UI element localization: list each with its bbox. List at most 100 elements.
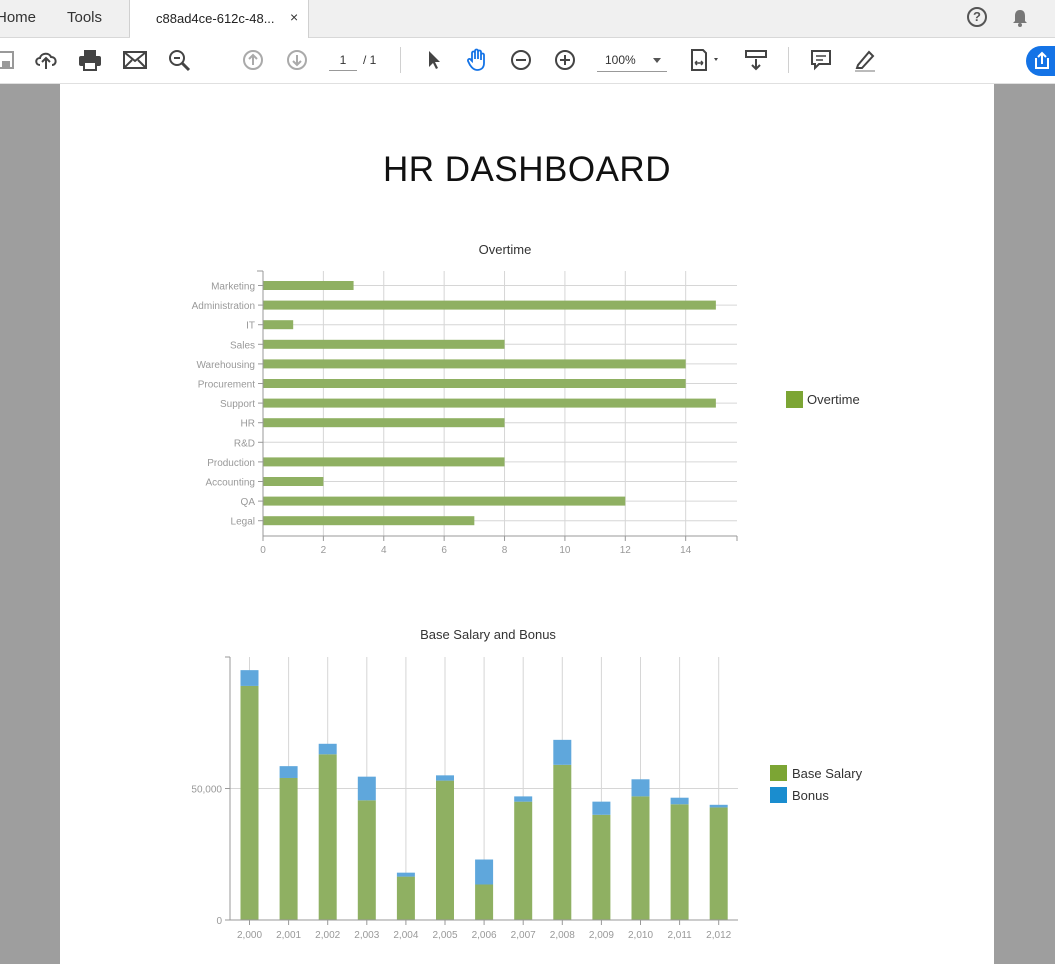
save-icon[interactable] xyxy=(0,46,20,74)
chevron-down-icon xyxy=(653,58,661,63)
print-icon[interactable] xyxy=(76,46,104,74)
x-category-label: 2,010 xyxy=(628,930,653,941)
y-category-label: Administration xyxy=(192,301,255,312)
y-category-label: Production xyxy=(207,458,255,469)
x-tick-label: 4 xyxy=(381,545,387,556)
zoom-level-value: 100% xyxy=(605,53,636,67)
legend-swatch xyxy=(786,391,803,408)
toolbar: / 1 100% xyxy=(0,38,1055,84)
select-arrow-icon[interactable] xyxy=(420,46,448,74)
chart-title: Base Salary and Bonus xyxy=(420,627,556,642)
y-category-label: Accounting xyxy=(206,478,255,489)
zoom-in-icon[interactable] xyxy=(551,46,579,74)
bar-base-salary xyxy=(475,884,494,920)
bar-base-salary xyxy=(670,804,689,920)
bar-bonus xyxy=(631,779,650,797)
y-category-label: Sales xyxy=(230,340,255,351)
y-category-label: Marketing xyxy=(211,282,255,293)
bar xyxy=(263,359,686,369)
x-category-label: 2,001 xyxy=(276,930,301,941)
hand-tool-icon[interactable] xyxy=(463,46,491,74)
x-category-label: 2,011 xyxy=(667,930,692,941)
tab-home[interactable]: Home xyxy=(0,9,36,26)
close-tab-icon[interactable]: × xyxy=(290,9,298,25)
document-page: HR DASHBOARD Overtime 0 2 4 6 8 10 12 14 Marketin… xyxy=(60,84,994,964)
toolbar-divider xyxy=(400,47,401,73)
comment-icon[interactable] xyxy=(807,46,835,74)
legend-label: Overtime xyxy=(807,392,860,407)
x-category-label: 2,007 xyxy=(511,930,536,941)
tab-tools[interactable]: Tools xyxy=(67,9,102,26)
x-tick-label: 12 xyxy=(620,545,632,556)
legend-label: Base Salary xyxy=(792,766,863,781)
fit-page-icon[interactable] xyxy=(688,46,724,74)
share-icon[interactable] xyxy=(1026,46,1055,76)
page-down-icon[interactable] xyxy=(283,46,311,74)
tab-document[interactable]: c88ad4ce-612c-48... × xyxy=(130,0,309,38)
email-icon[interactable] xyxy=(121,46,149,74)
bar-base-salary xyxy=(396,876,415,920)
bar xyxy=(263,496,626,506)
bar xyxy=(263,457,505,467)
help-circle-icon[interactable]: ? xyxy=(967,7,987,27)
chart-title: Overtime xyxy=(479,242,532,257)
y-category-label: Support xyxy=(220,399,255,410)
bar xyxy=(263,477,324,486)
zoom-out-icon[interactable] xyxy=(507,46,535,74)
y-category-label: QA xyxy=(241,497,256,508)
y-category-label: Warehousing xyxy=(196,360,255,371)
bar-base-salary xyxy=(592,814,611,920)
page-up-icon[interactable] xyxy=(239,46,267,74)
search-zoom-icon[interactable] xyxy=(165,46,193,74)
bar-bonus xyxy=(279,766,298,778)
bar-bonus xyxy=(357,776,376,801)
x-category-label: 2,005 xyxy=(432,930,457,941)
x-category-label: 2,004 xyxy=(393,930,418,941)
legend-swatch xyxy=(770,765,787,781)
y-tick-label: 0 xyxy=(216,916,222,927)
bar-bonus xyxy=(514,796,533,802)
legend-swatch xyxy=(770,787,787,803)
tab-document-title: c88ad4ce-612c-48... xyxy=(156,11,275,26)
x-category-label: 2,000 xyxy=(237,930,262,941)
x-category-label: 2,008 xyxy=(550,930,575,941)
bar xyxy=(263,418,505,428)
upload-cloud-icon[interactable] xyxy=(32,46,60,74)
bar xyxy=(263,398,716,408)
x-category-label: 2,002 xyxy=(315,930,340,941)
bar-bonus xyxy=(475,859,494,885)
zoom-level-select[interactable]: 100% xyxy=(597,50,667,72)
x-category-label: 2,003 xyxy=(354,930,379,941)
charts-canvas: Overtime 0 2 4 6 8 10 12 14 Marketing Administrati… xyxy=(191,242,863,941)
bar xyxy=(263,379,686,388)
page-number-input[interactable] xyxy=(329,50,357,71)
page-total: / 1 xyxy=(363,53,377,67)
bell-icon[interactable] xyxy=(1009,7,1031,29)
x-category-label: 2,006 xyxy=(472,930,497,941)
bar-base-salary xyxy=(279,777,298,920)
tab-bar: Home Tools c88ad4ce-612c-48... × ? xyxy=(0,0,1055,38)
y-category-label: Procurement xyxy=(198,380,255,391)
x-category-label: 2,009 xyxy=(589,930,614,941)
bar-bonus xyxy=(592,801,611,815)
bar-base-salary xyxy=(436,780,454,920)
y-tick-label: 50,000 xyxy=(191,785,222,796)
bar-base-salary xyxy=(240,685,259,920)
toolbar-divider xyxy=(788,47,789,73)
x-category-label: 2,012 xyxy=(706,930,731,941)
bar xyxy=(263,339,505,349)
y-category-label: IT xyxy=(246,321,255,332)
bar-base-salary xyxy=(318,754,337,920)
x-tick-label: 6 xyxy=(441,545,447,556)
highlight-pen-icon[interactable] xyxy=(851,46,879,74)
bar-bonus xyxy=(709,804,728,808)
bar-bonus xyxy=(670,797,689,805)
x-tick-label: 10 xyxy=(559,545,571,556)
bar-base-salary xyxy=(553,764,572,920)
x-tick-label: 0 xyxy=(260,545,266,556)
bar-bonus xyxy=(396,872,415,877)
bar xyxy=(263,320,294,330)
bar-base-salary xyxy=(514,801,533,920)
scroll-mode-icon[interactable] xyxy=(742,46,770,74)
y-category-label: HR xyxy=(241,419,255,430)
